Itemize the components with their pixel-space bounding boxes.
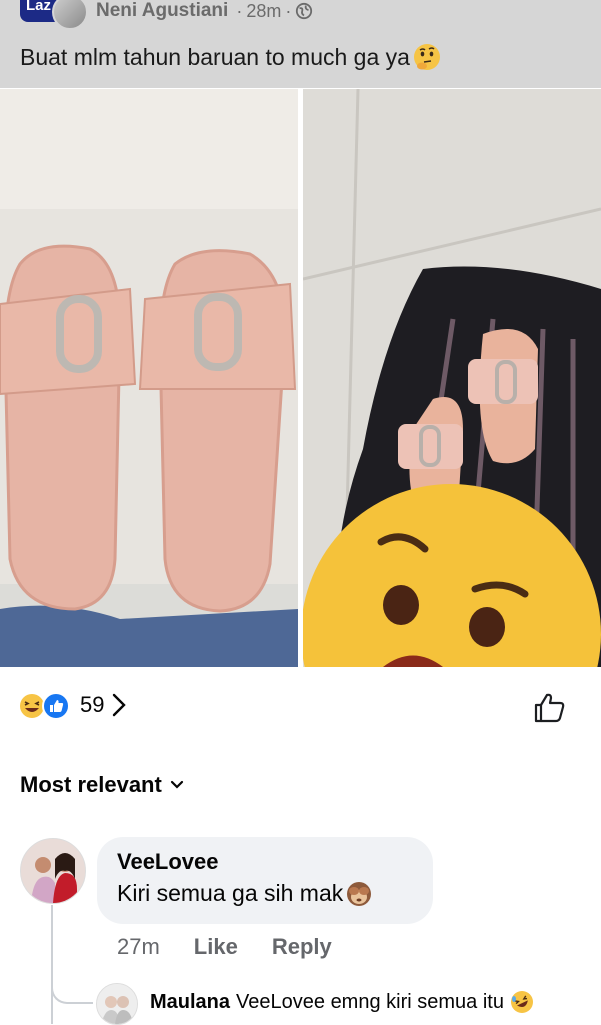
thinking-face-icon bbox=[413, 44, 440, 70]
sandals-photo-left bbox=[0, 89, 298, 667]
see-no-evil-monkey-icon bbox=[347, 882, 372, 906]
globe-icon bbox=[296, 2, 313, 20]
comment-text-body: Kiri semua ga sih mak bbox=[117, 879, 344, 906]
reply-preview[interactable]: Maulana VeeLovee emng kiri semua itu bbox=[150, 990, 534, 1014]
thread-line bbox=[51, 905, 53, 1024]
replier-avatar-photo bbox=[97, 984, 137, 1024]
reactions-summary[interactable]: 59 bbox=[18, 690, 128, 720]
replier-avatar[interactable] bbox=[96, 983, 138, 1025]
post-meta: · 28m · bbox=[236, 1, 313, 22]
commenter-name[interactable]: VeeLovee bbox=[117, 849, 413, 875]
thread-branch bbox=[51, 982, 93, 1004]
comment-time[interactable]: 27m bbox=[117, 934, 160, 960]
comments-sort-dropdown[interactable]: Most relevant bbox=[20, 772, 184, 798]
like-reaction-icon bbox=[42, 692, 70, 720]
post-photos bbox=[0, 89, 601, 667]
comment-bubble[interactable]: VeeLovee Kiri semua ga sih mak bbox=[97, 837, 433, 924]
photo-sandals-on-feet[interactable] bbox=[303, 89, 601, 667]
chevron-down-icon bbox=[170, 780, 183, 789]
reaction-count: 59 bbox=[80, 692, 105, 717]
comment-actions: 27m Like Reply bbox=[117, 934, 332, 960]
comment-text: Kiri semua ga sih mak bbox=[117, 879, 413, 907]
meta-separator: · bbox=[236, 0, 243, 21]
comment-like-button[interactable]: Like bbox=[194, 934, 238, 960]
group-avatar[interactable]: Laz bbox=[18, 0, 88, 30]
sandals-photo-right bbox=[303, 89, 601, 667]
comment-reply-button[interactable]: Reply bbox=[272, 934, 332, 960]
post-time[interactable]: 28m bbox=[246, 1, 281, 22]
avatar-photo bbox=[21, 839, 85, 903]
like-button-icon[interactable] bbox=[530, 688, 570, 728]
photo-sandals-on-floor[interactable] bbox=[0, 89, 298, 667]
chevron-right-icon bbox=[113, 693, 127, 717]
reply-text: VeeLovee emng kiri semua itu bbox=[236, 990, 504, 1013]
sort-label: Most relevant bbox=[20, 772, 162, 797]
reaction-icons bbox=[18, 690, 74, 720]
post-header: Laz Neni Agustiani · 28m · Buat mlm tahu… bbox=[0, 0, 601, 88]
author-name[interactable]: Neni Agustiani bbox=[96, 0, 228, 22]
replier-name[interactable]: Maulana bbox=[150, 991, 230, 1014]
caption-text: Buat mlm tahun baruan to much ga ya bbox=[20, 43, 410, 70]
meta-separator-2: · bbox=[285, 0, 292, 21]
commenter-avatar[interactable] bbox=[20, 838, 86, 904]
post-caption: Buat mlm tahun baruan to much ga ya bbox=[20, 42, 442, 72]
author-row: Laz Neni Agustiani · 28m · bbox=[18, 0, 313, 30]
rolling-laughing-icon bbox=[510, 991, 533, 1013]
author-avatar[interactable] bbox=[52, 0, 88, 30]
